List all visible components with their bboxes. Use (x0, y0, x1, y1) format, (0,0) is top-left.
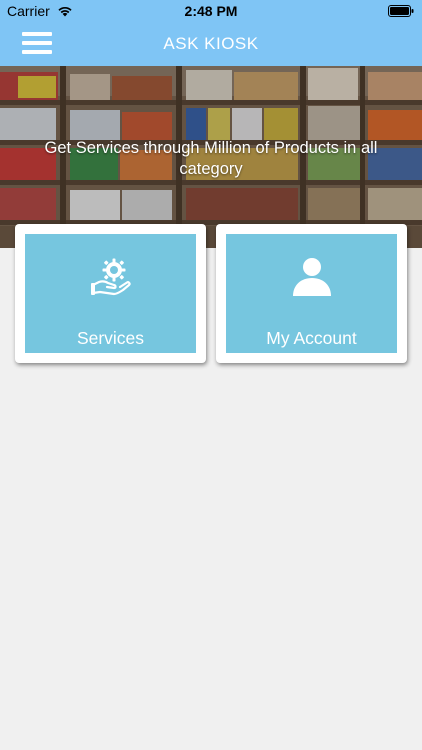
status-bar: Carrier 2:48 PM (0, 0, 422, 22)
app-title: ASK KIOSK (163, 34, 259, 53)
battery-icon (388, 5, 414, 17)
my-account-tile[interactable]: My Account (216, 224, 407, 363)
banner-caption: Get Services through Million of Products… (44, 139, 378, 178)
services-tile[interactable]: Services (15, 224, 206, 363)
status-time: 2:48 PM (184, 3, 238, 19)
my-account-label: My Account (266, 328, 357, 348)
navigation-bar: ASK KIOSK (0, 22, 422, 66)
hand-gear-icon (91, 258, 131, 296)
services-tile-body: Services (25, 234, 196, 353)
user-icon (293, 258, 331, 296)
store-banner: Get Services through Million of Products… (0, 66, 422, 248)
my-account-tile-body: My Account (226, 234, 397, 353)
services-label: Services (76, 328, 145, 348)
app-header: Carrier 2:48 PM ASK KIOSK (0, 0, 422, 66)
